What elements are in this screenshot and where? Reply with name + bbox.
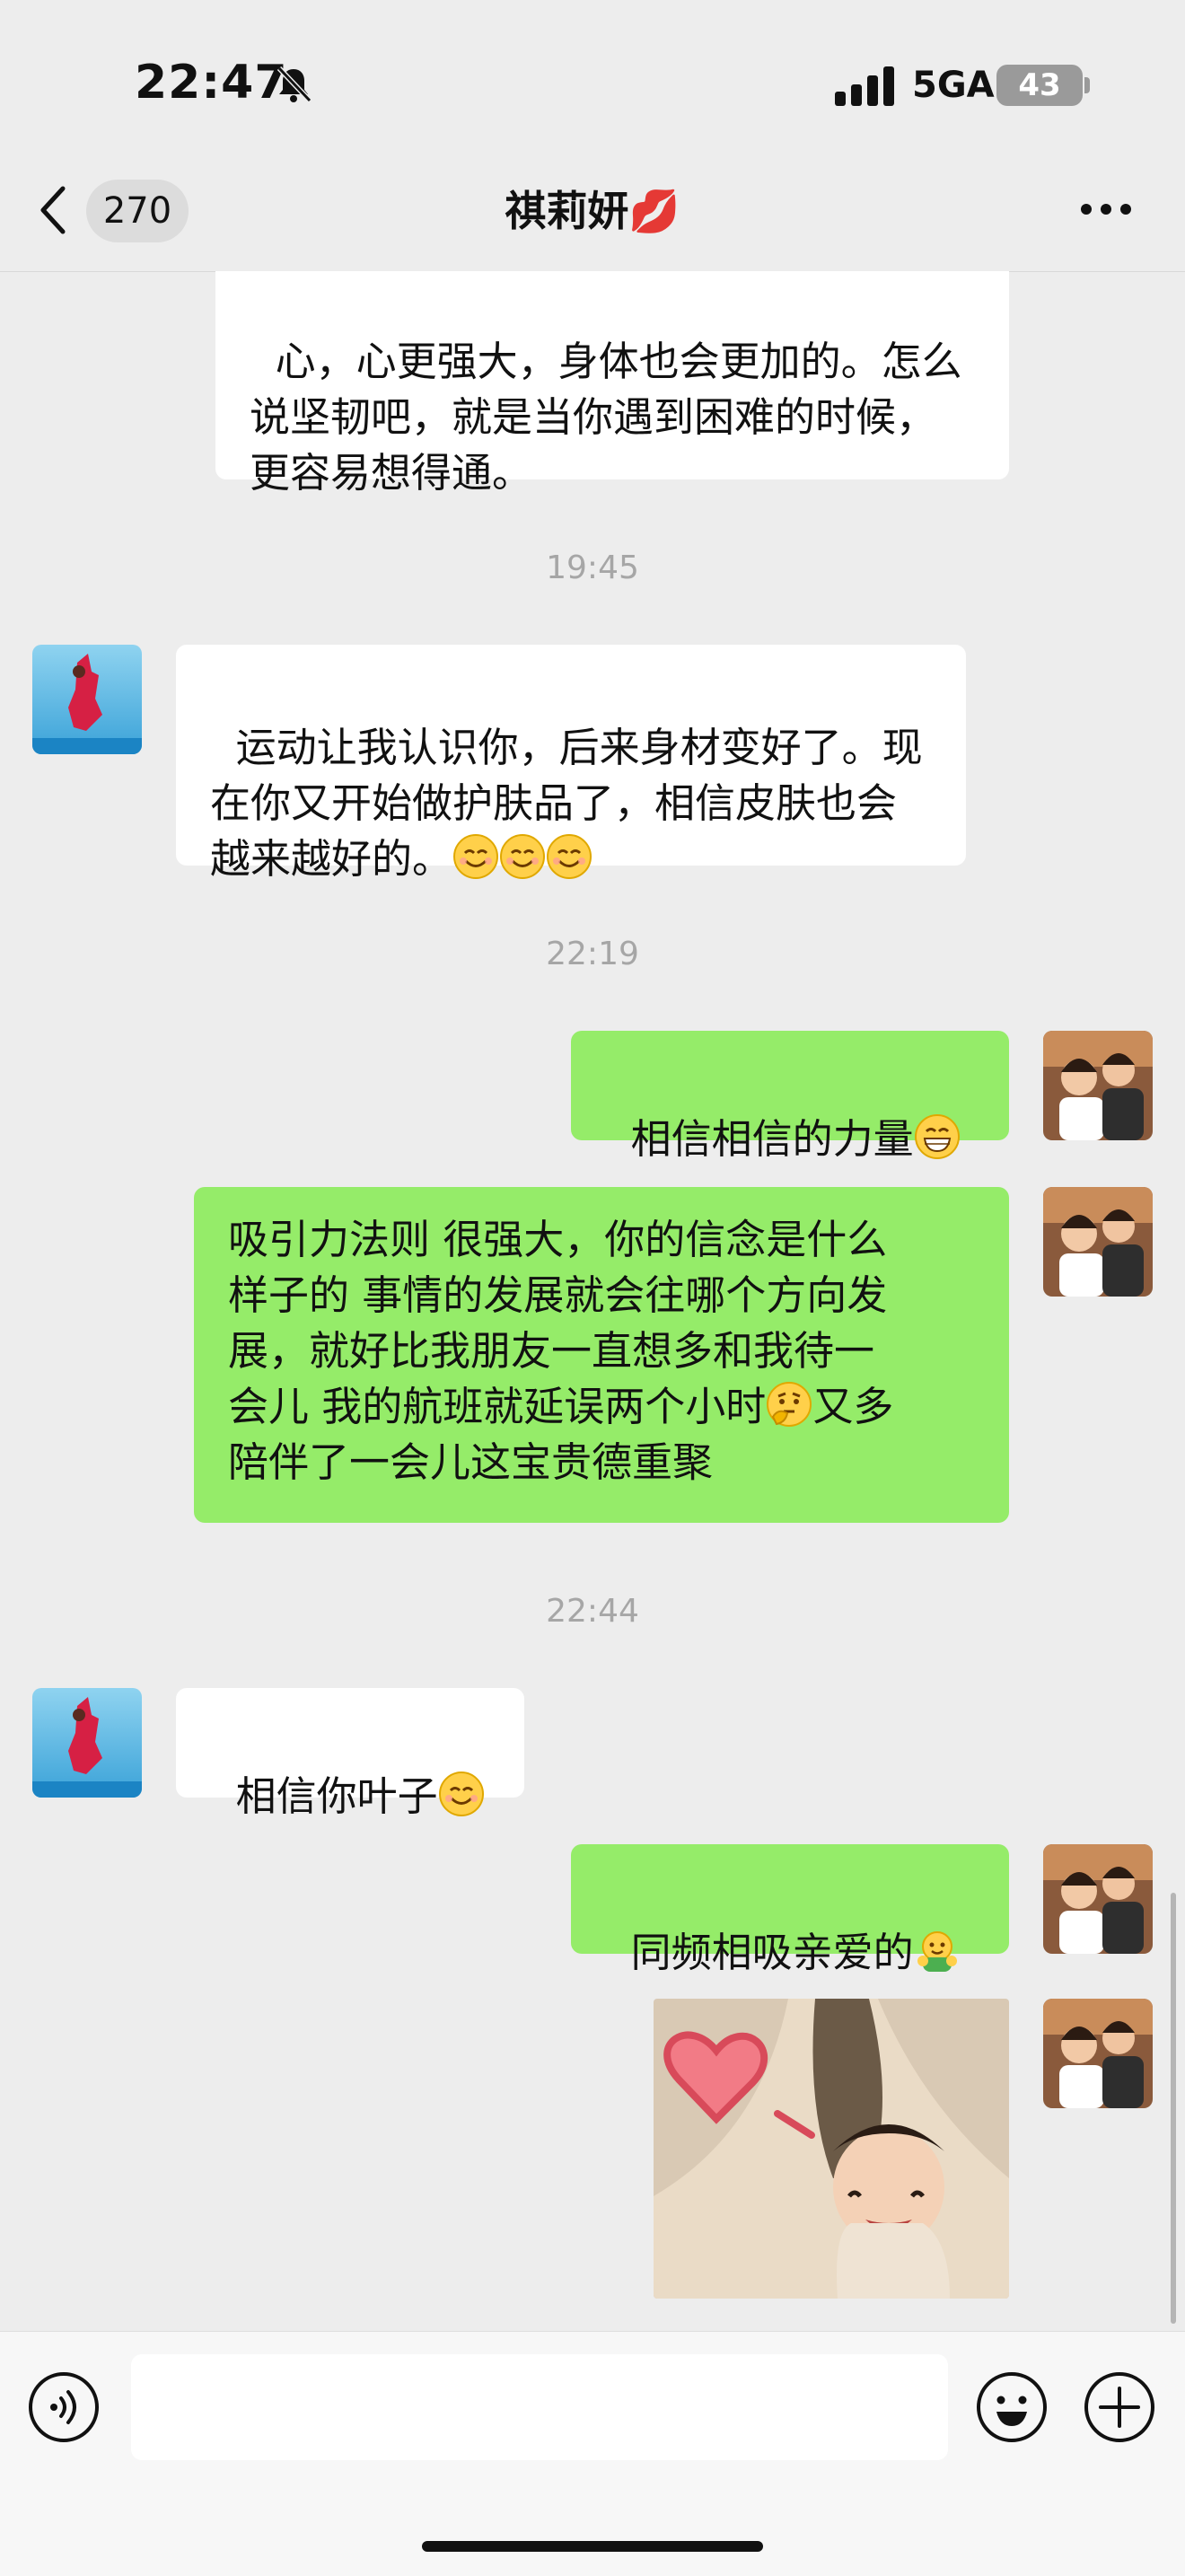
battery-icon: 43 [996, 65, 1083, 106]
message-input[interactable] [131, 2354, 948, 2460]
message-bubble-left[interactable]: 相信你叶子 [176, 1688, 524, 1820]
message-line: 陪伴了一会儿这宝贵德重聚 [228, 1438, 714, 1486]
message-line: 样子的 事情的发展就会往哪个方向发 [228, 1271, 888, 1319]
timestamp: 22:44 [546, 1593, 639, 1630]
smiling-face-icon [453, 834, 499, 879]
network-type: 5GA [912, 65, 995, 106]
unread-count-badge[interactable]: 270 [86, 180, 189, 242]
message-bubble-right[interactable]: 相信相信的力量 [571, 1031, 1009, 1163]
smiling-face-icon [547, 834, 592, 879]
sticker-image[interactable] [654, 1999, 1009, 2299]
status-time: 22:47 [135, 56, 288, 110]
avatar-self[interactable] [1043, 1187, 1153, 1297]
timestamp: 22:19 [546, 936, 639, 972]
message-line: 会儿 我的航班就延误两个小时 又多 [228, 1382, 894, 1430]
battery-cap [1084, 77, 1090, 93]
scrollbar[interactable] [1171, 1893, 1176, 2324]
avatar-contact[interactable] [32, 1688, 142, 1798]
avatar-self[interactable] [1043, 1999, 1153, 2108]
signal-icon [835, 66, 894, 106]
chevron-left-icon[interactable] [36, 183, 72, 237]
message-bubble-right[interactable]: 吸引力法则 很强大，你的信念是什么 样子的 事情的发展就会往哪个方向发 展，就好… [194, 1187, 1009, 1523]
message-line: 吸引力法则 很强大，你的信念是什么 [228, 1216, 888, 1263]
home-indicator[interactable] [422, 2541, 763, 2552]
grinning-face-icon [914, 1114, 960, 1159]
chat-title[interactable]: 祺莉妍💋 [386, 180, 799, 242]
avatar-self[interactable] [1043, 1031, 1153, 1140]
message-line: 展，就好比我朋友一直想多和我待一 [228, 1327, 875, 1375]
smiling-face-icon [438, 1772, 484, 1816]
message-bubble-right[interactable]: 同频相吸亲爱的 [571, 1844, 1009, 1976]
emoji-icon[interactable] [975, 2370, 1049, 2444]
timestamp: 19:45 [546, 549, 639, 586]
avatar-self[interactable] [1043, 1844, 1153, 1954]
voice-icon[interactable] [27, 2370, 101, 2444]
plus-icon[interactable] [1083, 2370, 1156, 2444]
thinking-face-icon [767, 1382, 812, 1427]
message-bubble-left[interactable]: 心，心更强大，身体也会更加的。怎么说坚韧吧，就是当你遇到困难的时候，更容易想得通… [215, 271, 1009, 497]
more-icon[interactable] [1077, 196, 1135, 223]
hug-icon [917, 1931, 957, 1972]
bell-slash-icon [276, 66, 312, 103]
avatar-contact[interactable] [32, 645, 142, 754]
smiling-face-icon [500, 834, 546, 879]
message-bubble-left[interactable]: 运动让我认识你，后来身材变好了。现在你又开始做护肤品了，相信皮肤也会越来越好的。 [176, 645, 966, 883]
